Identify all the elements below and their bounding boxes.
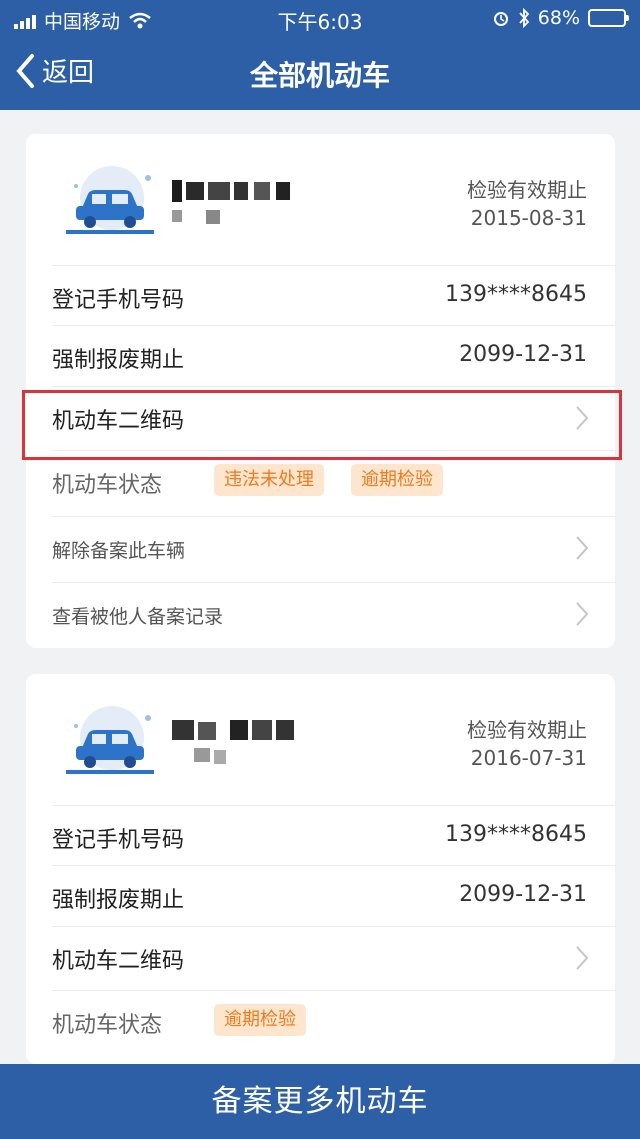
status-label: 机动车状态 — [52, 473, 163, 498]
inspection-label: 检验有效期止 — [467, 178, 587, 202]
phone-label: 登记手机号码 — [52, 288, 185, 313]
alarm-icon — [493, 12, 508, 26]
phone-value: 139****8645 — [445, 282, 587, 307]
status-tag-overdue: 逾期检验 — [214, 1004, 306, 1036]
scrap-date-row: 强制报废期止 2099-12-31 — [52, 865, 615, 925]
qr-code-row[interactable]: 机动车二维码 — [52, 926, 615, 986]
car-icon — [66, 166, 154, 234]
battery-percent: 68% — [537, 7, 580, 29]
qr-code-label: 机动车二维码 — [52, 409, 185, 434]
inspection-info: 检验有效期止 2015-08-31 — [467, 176, 587, 232]
page-title: 全部机动车 — [249, 59, 390, 92]
vehicle-card: 检验有效期止 2015-08-31 登记手机号码 139****8645 强制报… — [26, 134, 615, 648]
status-label: 机动车状态 — [52, 1013, 163, 1038]
header: 中国移动 下午6:03 68% 返回 全部机动车 — [0, 0, 640, 110]
status-tag-violation: 违法未处理 — [214, 464, 324, 496]
inspection-info: 检验有效期止 2016-07-31 — [467, 716, 587, 772]
scrap-date-row: 强制报废期止 2099-12-31 — [52, 325, 615, 385]
vehicle-card: 检验有效期止 2016-07-31 登记手机号码 139****8645 强制报… — [26, 674, 615, 1064]
scrap-date-label: 强制报废期止 — [52, 348, 185, 373]
phone-row: 登记手机号码 139****8645 — [52, 805, 615, 865]
vehicle-status-row: 机动车状态 逾期检验 — [52, 990, 615, 1050]
chevron-right-icon — [576, 406, 589, 430]
inspection-date: 2016-07-31 — [470, 746, 587, 770]
car-icon — [66, 706, 154, 774]
view-records-row[interactable]: 查看被他人备案记录 — [52, 582, 615, 642]
scrap-date-value: 2099-12-31 — [459, 882, 587, 907]
chevron-right-icon — [576, 602, 589, 626]
phone-label: 登记手机号码 — [52, 828, 185, 853]
chevron-right-icon — [576, 946, 589, 970]
phone-value: 139****8645 — [445, 822, 587, 847]
unregister-vehicle-row[interactable]: 解除备案此车辆 — [52, 516, 615, 576]
chevron-right-icon — [576, 536, 589, 560]
qr-code-row[interactable]: 机动车二维码 — [52, 386, 615, 446]
scrap-date-value: 2099-12-31 — [459, 342, 587, 367]
battery-icon — [588, 9, 629, 27]
vehicle-status-row: 机动车状态 违法未处理 逾期检验 — [52, 450, 615, 510]
vehicle-header: 检验有效期止 2016-07-31 — [26, 674, 615, 804]
vehicle-header: 检验有效期止 2015-08-31 — [26, 134, 615, 264]
bluetooth-icon — [519, 8, 530, 28]
qr-code-label: 机动车二维码 — [52, 949, 185, 974]
register-more-vehicles-button[interactable]: 备案更多机动车 — [0, 1064, 640, 1139]
status-bar: 中国移动 下午6:03 68% — [0, 0, 640, 36]
scrap-date-label: 强制报废期止 — [52, 888, 185, 913]
inspection-date: 2015-08-31 — [470, 206, 587, 230]
nav-bar: 返回 全部机动车 — [0, 40, 640, 106]
phone-row: 登记手机号码 139****8645 — [52, 265, 615, 325]
view-records-label: 查看被他人备案记录 — [52, 606, 224, 628]
inspection-label: 检验有效期止 — [467, 718, 587, 742]
unregister-label: 解除备案此车辆 — [52, 540, 186, 562]
status-tag-overdue: 逾期检验 — [351, 464, 443, 496]
